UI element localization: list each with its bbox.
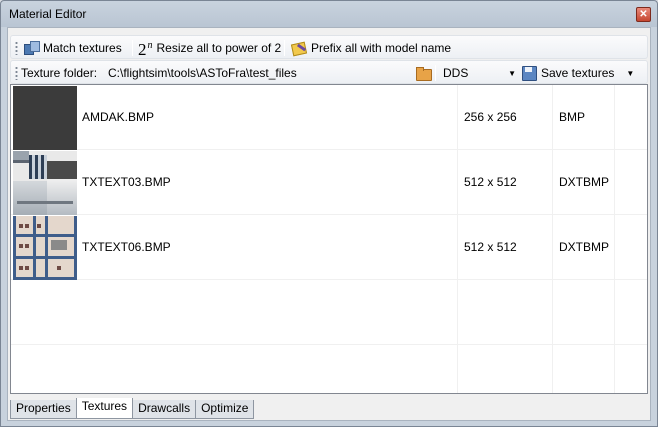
editor-tabs: Properties Textures Drawcalls Optimize xyxy=(10,398,255,420)
texture-dimensions: 256 x 256 xyxy=(464,110,517,124)
prefix-label: Prefix all with model name xyxy=(311,41,452,55)
window-title: Material Editor xyxy=(9,7,87,21)
title-bar[interactable]: Material Editor ✕ xyxy=(2,2,656,26)
save-icon xyxy=(521,65,537,81)
texture-list[interactable]: AMDAK.BMP 256 x 256 BMP TXTEXT03.BMP 512… xyxy=(10,84,648,394)
power-exponent: n xyxy=(147,40,153,51)
texture-folder-toolbar: Texture folder: C:\flightsim\tools\ASToF… xyxy=(10,60,648,84)
chevron-down-icon: ▼ xyxy=(508,68,516,78)
tab-properties[interactable]: Properties xyxy=(10,400,77,419)
texture-thumbnail xyxy=(13,151,77,215)
toolbar-separator xyxy=(435,65,436,81)
texture-thumbnail xyxy=(13,86,77,150)
texture-format: DXTBMP xyxy=(559,240,610,254)
save-textures-button[interactable]: Save textures ▼ xyxy=(521,64,638,82)
texture-folder-label: Texture folder: xyxy=(21,66,98,80)
texture-format: BMP xyxy=(559,110,586,124)
toolbar-separator xyxy=(132,40,133,56)
tab-textures[interactable]: Textures xyxy=(75,398,134,419)
empty-row xyxy=(11,345,647,393)
match-textures-icon xyxy=(23,40,40,56)
material-editor-window: Material Editor ✕ Match textures 2n Resi… xyxy=(0,0,658,427)
tab-optimize[interactable]: Optimize xyxy=(195,400,255,419)
actions-toolbar: Match textures 2n Resize all to power of… xyxy=(10,35,648,59)
toolbar-grip[interactable] xyxy=(15,41,18,55)
texture-name: TXTEXT06.BMP xyxy=(82,240,171,254)
chevron-down-icon[interactable]: ▼ xyxy=(626,69,634,78)
table-row[interactable]: AMDAK.BMP 256 x 256 BMP xyxy=(11,85,647,150)
match-textures-label: Match textures xyxy=(43,41,122,55)
texture-format: DXTBMP xyxy=(559,175,610,189)
power-base: 2 xyxy=(138,40,147,59)
editor-client-area: Match textures 2n Resize all to power of… xyxy=(7,27,651,421)
tab-drawcalls[interactable]: Drawcalls xyxy=(132,400,197,419)
browse-folder-button[interactable] xyxy=(413,64,433,82)
toolbar-separator xyxy=(284,40,285,56)
power-of-two-icon: 2n xyxy=(138,38,153,58)
resize-label: Resize all to power of 2 xyxy=(156,41,282,55)
texture-name: TXTEXT03.BMP xyxy=(82,175,171,189)
match-textures-button[interactable]: Match textures xyxy=(23,39,122,57)
close-button[interactable]: ✕ xyxy=(636,7,651,22)
resize-power-of-2-button[interactable]: 2n Resize all to power of 2 xyxy=(138,38,282,58)
tag-icon xyxy=(291,40,307,56)
texture-dimensions: 512 x 512 xyxy=(464,240,517,254)
table-row[interactable]: TXTEXT03.BMP 512 x 512 DXTBMP xyxy=(11,150,647,215)
table-row[interactable]: TXTEXT06.BMP 512 x 512 DXTBMP xyxy=(11,215,647,280)
texture-dimensions: 512 x 512 xyxy=(464,175,517,189)
toolbar-grip[interactable] xyxy=(15,66,18,80)
format-selected-value: DDS xyxy=(443,66,469,80)
save-textures-label: Save textures xyxy=(541,66,615,80)
empty-row xyxy=(11,280,647,345)
prefix-model-name-button[interactable]: Prefix all with model name xyxy=(291,39,451,57)
texture-name: AMDAK.BMP xyxy=(82,110,155,124)
folder-icon xyxy=(415,65,432,81)
texture-folder-path[interactable]: C:\flightsim\tools\ASToFra\test_files xyxy=(108,66,297,80)
texture-thumbnail xyxy=(13,216,77,280)
format-dropdown[interactable]: DDS ▼ xyxy=(439,64,521,82)
